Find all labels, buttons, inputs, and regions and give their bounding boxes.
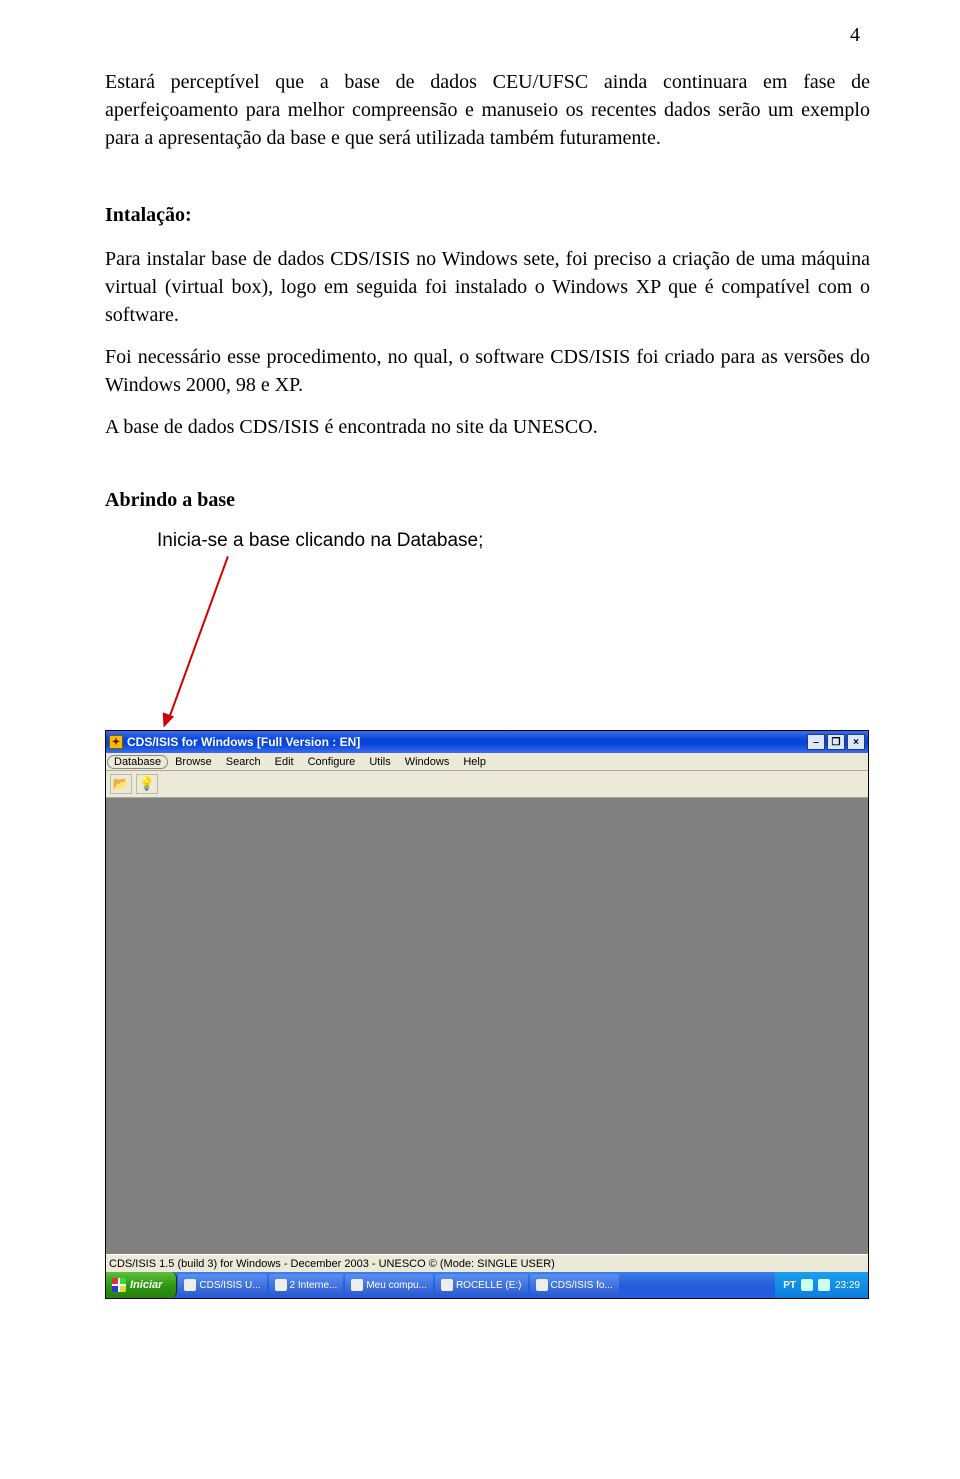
install-p1: Para instalar base de dados CDS/ISIS no …: [105, 245, 870, 329]
open-heading: Abrindo a base: [105, 489, 870, 512]
menu-search[interactable]: Search: [219, 755, 268, 769]
window-title: CDS/ISIS for Windows [Full Version : EN]: [127, 735, 807, 749]
screenshot: ✦ CDS/ISIS for Windows [Full Version : E…: [105, 730, 869, 1299]
clock: 23:29: [835, 1280, 860, 1291]
start-button[interactable]: Iniciar: [106, 1272, 177, 1298]
window-titlebar: ✦ CDS/ISIS for Windows [Full Version : E…: [106, 731, 868, 753]
task-icon: [536, 1279, 548, 1291]
mdi-client-area: [106, 798, 868, 1254]
open-instruction: Inicia-se a base clicando na Database;: [157, 530, 870, 552]
task-item[interactable]: Meu compu...: [345, 1274, 433, 1296]
task-icon: [275, 1279, 287, 1291]
menu-edit[interactable]: Edit: [268, 755, 301, 769]
menu-windows[interactable]: Windows: [398, 755, 457, 769]
task-item[interactable]: 2 Interne...: [269, 1274, 344, 1296]
tray-icon[interactable]: [801, 1279, 813, 1291]
annotation-arrow: [105, 556, 870, 728]
install-heading: Intalação:: [105, 204, 870, 227]
task-icon: [184, 1279, 196, 1291]
taskbar: Iniciar CDS/ISIS U... 2 Interne... Meu c…: [106, 1272, 868, 1298]
start-label: Iniciar: [130, 1279, 162, 1291]
install-p3: A base de dados CDS/ISIS é encontrada no…: [105, 413, 870, 441]
close-button[interactable]: ×: [847, 734, 865, 750]
task-icon: [441, 1279, 453, 1291]
page-number: 4: [850, 24, 860, 47]
menu-bar: Database Browse Search Edit Configure Ut…: [106, 753, 868, 771]
menu-utils[interactable]: Utils: [362, 755, 397, 769]
windows-logo-icon: [112, 1278, 126, 1292]
toolbar: 📂 💡: [106, 771, 868, 798]
maximize-button[interactable]: ❐: [827, 734, 845, 750]
task-item[interactable]: ROCELLE (E:): [435, 1274, 528, 1296]
intro-paragraph: Estará perceptível que a base de dados C…: [105, 68, 870, 152]
menu-browse[interactable]: Browse: [168, 755, 219, 769]
task-icon: [351, 1279, 363, 1291]
app-icon: ✦: [109, 735, 123, 749]
system-tray[interactable]: PT 23:29: [775, 1272, 868, 1298]
task-item[interactable]: CDS/ISIS U...: [178, 1274, 266, 1296]
menu-help[interactable]: Help: [456, 755, 493, 769]
tray-icon[interactable]: [818, 1279, 830, 1291]
open-icon[interactable]: 📂: [110, 774, 132, 794]
menu-database[interactable]: Database: [107, 755, 168, 769]
task-item[interactable]: CDS/ISIS fo...: [530, 1274, 619, 1296]
language-indicator[interactable]: PT: [783, 1280, 796, 1291]
minimize-button[interactable]: –: [807, 734, 825, 750]
status-bar: CDS/ISIS 1.5 (build 3) for Windows - Dec…: [106, 1254, 868, 1272]
hint-icon[interactable]: 💡: [136, 774, 158, 794]
menu-configure[interactable]: Configure: [301, 755, 363, 769]
install-p2: Foi necessário esse procedimento, no qua…: [105, 343, 870, 399]
